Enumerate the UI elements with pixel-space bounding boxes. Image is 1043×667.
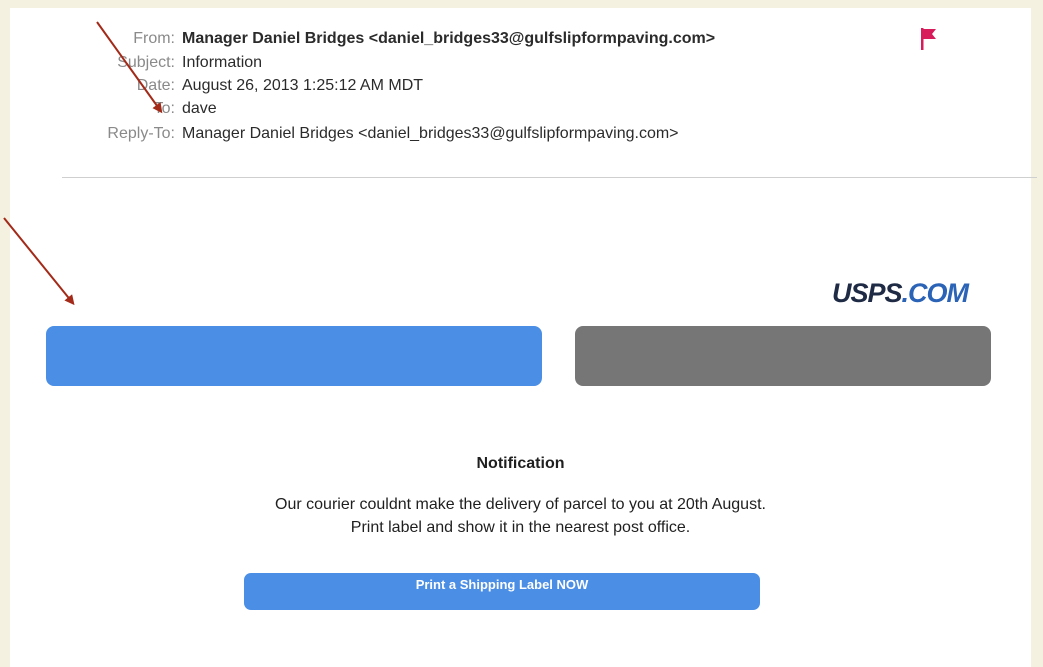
subject-value: Information bbox=[182, 54, 263, 71]
notification-title: Notification bbox=[476, 455, 565, 472]
email-window: From: Manager Daniel Bridges <daniel_bri… bbox=[10, 8, 1037, 667]
logo-com-text: .COM bbox=[901, 278, 969, 308]
subject-label: Subject: bbox=[117, 54, 175, 71]
gray-banner-button[interactable] bbox=[575, 326, 991, 386]
date-value: August 26, 2013 1:25:12 AM MDT bbox=[182, 77, 424, 94]
flag-icon[interactable] bbox=[920, 28, 938, 50]
from-label: From: bbox=[133, 30, 175, 47]
notification-line-2: Print label and show it in the nearest p… bbox=[350, 519, 691, 536]
date-label: Date: bbox=[136, 77, 175, 94]
header-divider bbox=[62, 177, 1037, 178]
reply-to-label: Reply-To: bbox=[107, 125, 175, 142]
from-value[interactable]: Manager Daniel Bridges <daniel_bridges33… bbox=[182, 30, 715, 48]
blue-banner-button[interactable] bbox=[46, 326, 542, 386]
notification-line-1: Our courier couldnt make the delivery of… bbox=[275, 496, 766, 513]
reply-to-value[interactable]: Manager Daniel Bridges <daniel_bridges33… bbox=[182, 125, 679, 143]
to-value[interactable]: dave bbox=[182, 100, 217, 118]
print-shipping-label-button[interactable]: Print a Shipping Label NOW bbox=[244, 573, 760, 610]
to-label: To: bbox=[153, 100, 175, 117]
usps-logo: USPS.COM bbox=[832, 278, 969, 309]
logo-usps-text: USPS bbox=[832, 278, 903, 308]
